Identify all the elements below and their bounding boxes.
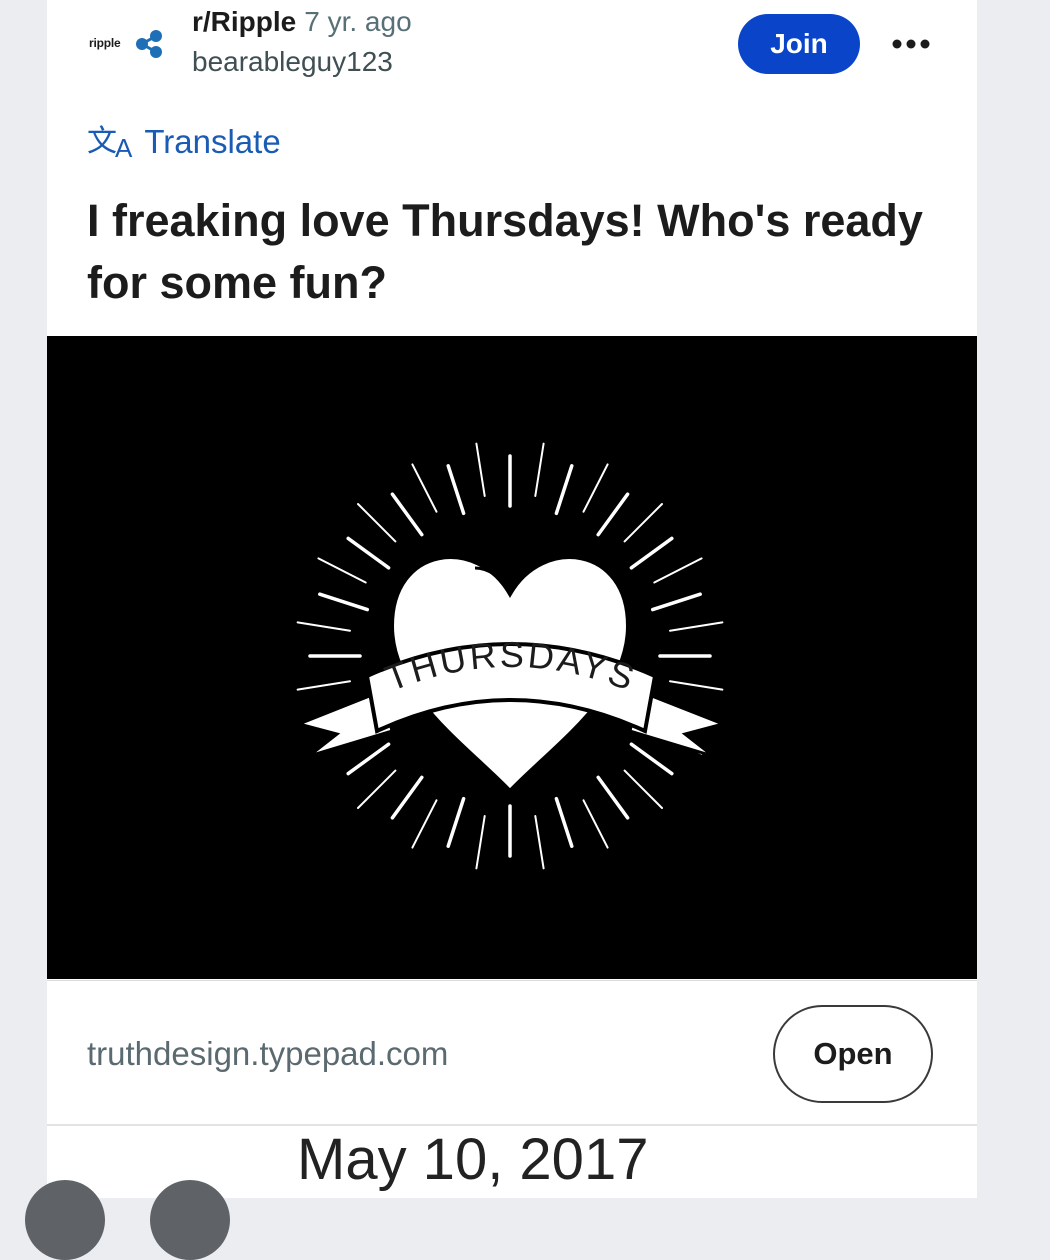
ripple-logo-text: ripple (89, 36, 121, 50)
ripple-logo-icon (136, 30, 162, 58)
post-author[interactable]: bearableguy123 (192, 46, 393, 78)
subreddit-line: r/Ripple 7 yr. ago (192, 6, 412, 38)
subreddit-avatar[interactable]: ripple (89, 26, 169, 66)
sunburst-ray (629, 742, 674, 776)
sunburst-ray (317, 557, 367, 584)
sunburst-ray (318, 592, 370, 612)
translate-button[interactable]: 文A Translate (87, 118, 281, 166)
bottom-overlay-circle (25, 1180, 105, 1260)
sunburst-ray (390, 775, 424, 820)
more-options-button[interactable] (882, 24, 940, 64)
translate-label: Translate (144, 123, 281, 160)
sunburst-ray (623, 769, 663, 809)
sunburst-ray (346, 742, 391, 776)
post-card: ripple r/Ripple 7 yr. ago bearableguy123 … (47, 0, 977, 1198)
sunburst-ray (411, 463, 438, 513)
sunburst-ray (357, 769, 397, 809)
more-options-icon (892, 39, 930, 49)
bottom-overlay-circle (150, 1180, 230, 1260)
sunburst-ray (554, 464, 574, 516)
post-header: ripple r/Ripple 7 yr. ago bearableguy123 … (47, 0, 977, 110)
sunburst-ray (475, 442, 486, 497)
sunburst-ray (475, 815, 486, 870)
sunburst-ray (446, 796, 466, 848)
sunburst-ray (582, 799, 609, 849)
translate-icon: 文A (87, 124, 133, 163)
sunburst-ray (623, 503, 663, 543)
link-domain[interactable]: truthdesign.typepad.com (87, 1035, 448, 1073)
sunburst-ray (653, 557, 703, 584)
sunburst-ray (357, 503, 397, 543)
sunburst-ray (669, 680, 724, 691)
subreddit-name[interactable]: r/Ripple (192, 6, 296, 37)
sunburst-ray (446, 464, 466, 516)
sunburst-ray (582, 463, 609, 513)
sunburst-ray (296, 621, 351, 632)
sunburst-ray (596, 492, 630, 537)
date-caption: May 10, 2017 (297, 1127, 649, 1192)
sunburst-ray (390, 492, 424, 537)
sunburst-ray (554, 796, 574, 848)
link-preview-row: truthdesign.typepad.com Open (47, 980, 977, 1125)
join-button[interactable]: Join (738, 14, 860, 74)
sunburst-ray (650, 592, 702, 612)
sunburst-ray (534, 442, 545, 497)
sunburst-ray (346, 536, 391, 570)
sunburst-ray (534, 815, 545, 870)
post-age: 7 yr. ago (304, 6, 412, 37)
post-image[interactable]: THURSDAYS (47, 336, 977, 979)
post-title[interactable]: I freaking love Thursdays! Who's ready f… (87, 190, 927, 314)
open-button[interactable]: Open (773, 1005, 933, 1103)
sunburst-ray (629, 536, 674, 570)
thursdays-heart-illustration: THURSDAYS (294, 442, 728, 870)
sunburst-ray (596, 775, 630, 820)
sunburst-ray (411, 799, 438, 849)
sunburst-ray (669, 621, 724, 632)
sunburst-ray (296, 680, 351, 691)
